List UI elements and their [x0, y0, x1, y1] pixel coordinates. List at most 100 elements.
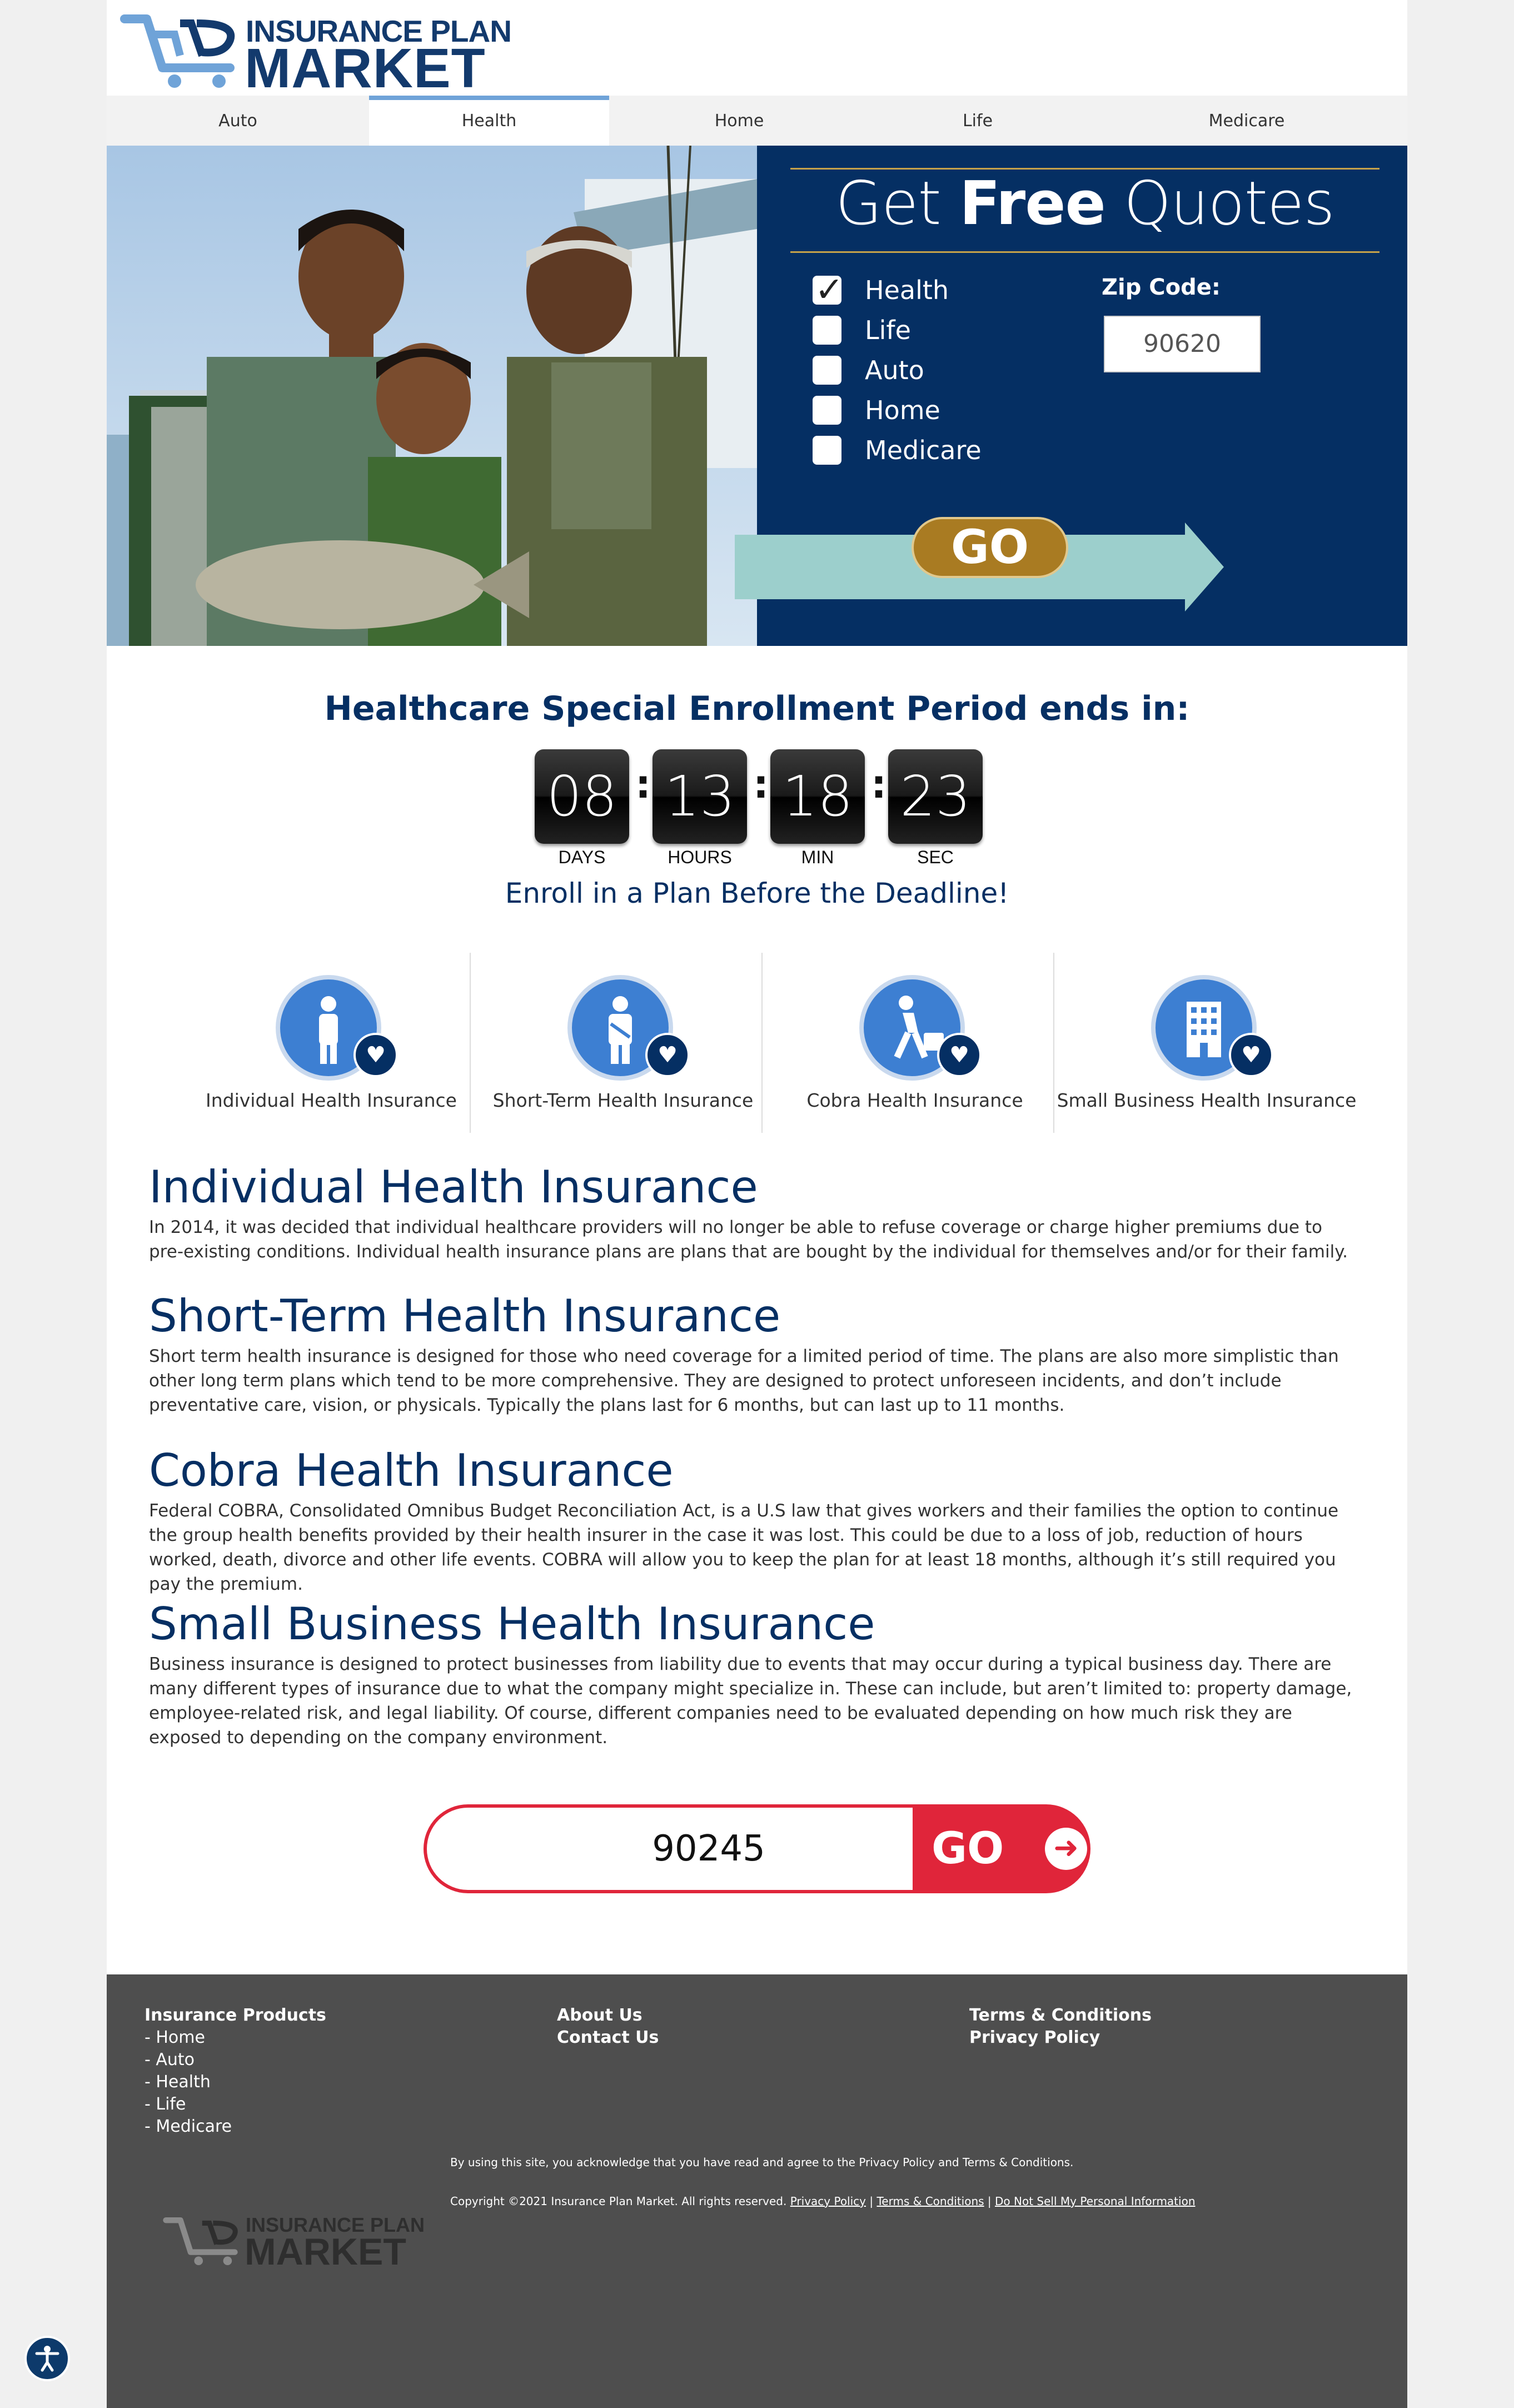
site-header: INSURANCE PLAN MARKET	[107, 0, 1407, 99]
countdown-title: Healthcare Special Enrollment Period end…	[324, 689, 1190, 728]
home-checkbox[interactable]	[813, 396, 841, 425]
footer-link-home[interactable]: - Home	[145, 2027, 326, 2049]
option-medicare[interactable]: Medicare	[813, 434, 982, 467]
copyright-text: Copyright ©2021 Insurance Plan Market. A…	[450, 2195, 787, 2208]
auto-checkbox[interactable]	[813, 356, 841, 385]
colon: :	[635, 762, 651, 807]
health-checkbox[interactable]	[813, 269, 844, 310]
footer-terms-link[interactable]: Terms & Conditions	[969, 2004, 1152, 2027]
bottom-zip-input[interactable]: 90245	[424, 1804, 924, 1893]
footer-company-column: About Us Contact Us	[557, 2004, 659, 2049]
hero-section: Get Free Quotes Health Life Auto Home	[107, 146, 1407, 646]
footer-about-link[interactable]: About Us	[557, 2004, 659, 2027]
colon: :	[871, 762, 887, 807]
footer-logo[interactable]: INSURANCE PLAN MARKET	[162, 2206, 425, 2273]
site-footer: Insurance Products - Home - Auto - Healt…	[107, 1974, 1407, 2408]
separator: |	[987, 2195, 992, 2208]
footer-link-life[interactable]: - Life	[145, 2093, 326, 2116]
copyright-terms-link[interactable]: Terms & Conditions	[876, 2195, 984, 2208]
section-body: Business insurance is designed to protec…	[149, 1654, 1352, 1748]
section-body: Federal COBRA, Consolidated Omnibus Budg…	[149, 1501, 1339, 1594]
cart-logo-icon	[163, 2217, 238, 2266]
footer-contact-link[interactable]: Contact Us	[557, 2027, 659, 2049]
countdown-clock: 08 : 13 : 18 : 23	[535, 749, 990, 849]
section-title: Cobra Health Insurance	[149, 1445, 674, 1496]
footer-products-heading: Insurance Products	[145, 2006, 326, 2025]
heart-pulse-icon: ♥	[937, 1033, 982, 1077]
minutes-value: 18	[770, 749, 865, 844]
hours-value: 13	[653, 749, 747, 844]
page: INSURANCE PLAN MARKET Auto Health Home L…	[107, 0, 1407, 2408]
product-short-term[interactable]: ♥ Short-Term Health Insurance	[471, 953, 763, 1133]
section-small-business: Small Business Health Insurance Business…	[149, 1599, 1361, 1750]
section-title: Short-Term Health Insurance	[149, 1290, 781, 1342]
heart-pulse-icon: ♥	[1229, 1033, 1274, 1077]
go-label: GO	[932, 1824, 1004, 1874]
zip-label: Zip Code:	[1102, 275, 1221, 300]
footer-acknowledgement: By using this site, you acknowledge that…	[450, 2156, 1074, 2169]
section-body: In 2014, it was decided that individual …	[149, 1217, 1348, 1262]
section-title: Small Business Health Insurance	[149, 1598, 875, 1650]
accessibility-icon[interactable]	[24, 2336, 70, 2381]
colon: :	[753, 762, 769, 807]
tab-auto[interactable]: Auto	[107, 96, 369, 146]
section-body: Short term health insurance is designed …	[149, 1346, 1339, 1415]
section-title: Individual Health Insurance	[149, 1161, 758, 1213]
days-label: DAYS	[558, 847, 606, 867]
option-auto[interactable]: Auto	[813, 354, 924, 387]
separator: |	[869, 2195, 874, 2208]
option-label: Auto	[865, 355, 924, 385]
cart-logo-icon	[120, 14, 235, 88]
product-tabs: Auto Health Home Life Medicare	[107, 96, 1407, 146]
section-cobra: Cobra Health Insurance Federal COBRA, Co…	[149, 1445, 1361, 1596]
product-label: Small Business Health Insurance	[1057, 1089, 1357, 1111]
seconds-label: SEC	[917, 847, 954, 867]
product-cobra[interactable]: ♥ Cobra Health Insurance	[763, 953, 1055, 1133]
product-label: Cobra Health Insurance	[806, 1089, 1023, 1111]
option-health[interactable]: Health	[813, 269, 949, 310]
section-short-term: Short-Term Health Insurance Short term h…	[149, 1291, 1361, 1417]
product-label: Short-Term Health Insurance	[492, 1089, 754, 1111]
footer-link-medicare[interactable]: - Medicare	[145, 2116, 326, 2138]
option-label: Home	[865, 395, 940, 425]
quote-title: Get Free Quotes	[835, 169, 1334, 238]
footer-copyright: Copyright ©2021 Insurance Plan Market. A…	[450, 2195, 1196, 2208]
tab-home[interactable]: Home	[609, 96, 869, 146]
product-label: Individual Health Insurance	[206, 1089, 457, 1111]
hero-photo-family-fishing	[107, 146, 757, 646]
do-not-sell-link[interactable]: Do Not Sell My Personal Information	[995, 2195, 1195, 2208]
gold-divider-bottom	[790, 251, 1379, 253]
days-value: 08	[535, 749, 629, 844]
hours-label: HOURS	[668, 847, 732, 867]
option-life[interactable]: Life	[813, 314, 911, 347]
footer-logo-text-bottom: MARKET	[245, 2231, 406, 2273]
life-checkbox[interactable]	[813, 316, 841, 345]
option-label: Health	[865, 275, 949, 305]
heart-pulse-icon: ♥	[645, 1033, 690, 1077]
zip-code-input[interactable]: 90620	[1104, 316, 1261, 372]
product-individual[interactable]: ♥ Individual Health Insurance	[179, 953, 471, 1133]
site-logo[interactable]: INSURANCE PLAN MARKET	[119, 8, 512, 99]
product-categories: ♥ Individual Health Insurance ♥ Short-Te…	[179, 953, 1357, 1133]
option-label: Medicare	[865, 435, 982, 465]
go-button[interactable]: GO	[912, 517, 1068, 578]
footer-link-health[interactable]: - Health	[145, 2071, 326, 2093]
enroll-subtitle: Enroll in a Plan Before the Deadline!	[505, 877, 1009, 909]
quote-form: Get Free Quotes Health Life Auto Home	[735, 146, 1407, 646]
option-label: Life	[865, 315, 911, 345]
footer-link-auto[interactable]: - Auto	[145, 2049, 326, 2071]
bottom-zip-form: 90245 GO ➜	[424, 1804, 1090, 1893]
tab-health[interactable]: Health	[369, 96, 609, 146]
copyright-privacy-link[interactable]: Privacy Policy	[790, 2195, 866, 2208]
option-home[interactable]: Home	[813, 394, 940, 427]
minutes-label: MIN	[801, 847, 834, 867]
footer-privacy-link[interactable]: Privacy Policy	[969, 2027, 1152, 2049]
medicare-checkbox[interactable]	[813, 436, 841, 465]
footer-products-column: Insurance Products - Home - Auto - Healt…	[145, 2004, 326, 2138]
arrow-circle-right-icon[interactable]: ➜	[1045, 1828, 1087, 1870]
logo-text-bottom: MARKET	[245, 37, 486, 99]
product-small-business[interactable]: ♥ Small Business Health Insurance	[1054, 953, 1357, 1133]
tab-life[interactable]: Life	[869, 96, 1086, 146]
tab-medicare[interactable]: Medicare	[1086, 96, 1407, 146]
footer-legal-column: Terms & Conditions Privacy Policy	[969, 2004, 1152, 2049]
